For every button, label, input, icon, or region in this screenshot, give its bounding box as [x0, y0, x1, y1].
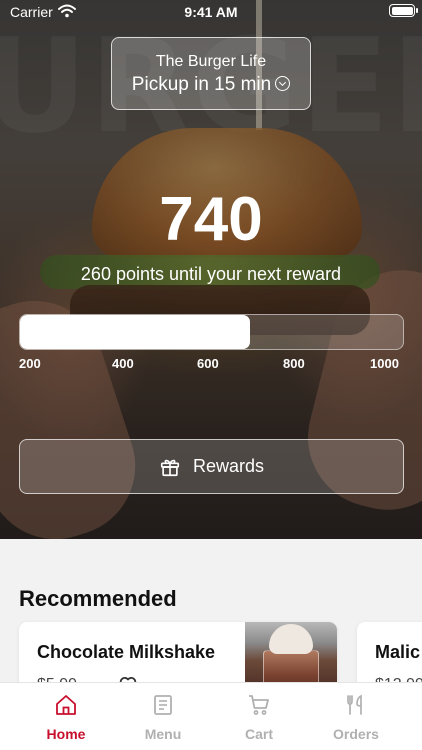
progress-tick: 800	[283, 356, 305, 371]
tab-menu[interactable]: Menu	[115, 683, 211, 750]
section-title-recommended: Recommended	[19, 586, 177, 611]
rewards-label: Rewards	[192, 456, 265, 476]
pickup-time: Pickup in 15 min	[112, 74, 310, 96]
menu-icon	[154, 695, 172, 715]
orders-icon	[347, 694, 362, 715]
tab-label: Menu	[144, 726, 182, 742]
tab-label: Orders	[333, 726, 379, 742]
chevron-down-circle-icon	[275, 76, 291, 91]
item-name: Malic	[375, 642, 421, 662]
progress-tick: 600	[197, 356, 219, 371]
tab-cart[interactable]: Cart	[211, 683, 307, 750]
tab-label: Cart	[244, 726, 273, 742]
progress-tick: 400	[112, 356, 134, 371]
gift-icon	[160, 459, 180, 476]
hero-banner: URGER Carrier 9:41 AM The Burger Life Pi…	[0, 0, 422, 539]
rewards-button[interactable]: Rewards	[19, 439, 404, 494]
battery-icon	[389, 4, 418, 17]
tab-home[interactable]: Home	[18, 683, 114, 750]
tab-bar: Home Menu Cart Orders	[0, 682, 422, 750]
progress-tick: 200	[19, 356, 41, 371]
points-progress-bar	[19, 314, 404, 350]
status-bar: Carrier 9:41 AM	[0, 0, 422, 26]
points-progress-fill	[20, 315, 250, 349]
pickup-time-label: Pickup in 15 min	[131, 74, 272, 95]
cart-icon	[249, 695, 269, 715]
tab-orders[interactable]: Orders	[308, 683, 404, 750]
store-selector-button[interactable]: The Burger Life Pickup in 15 min	[111, 37, 311, 110]
home-icon	[56, 695, 76, 715]
store-name: The Burger Life	[155, 53, 267, 70]
milkshake-cream	[269, 624, 313, 654]
points-balance: 740	[159, 185, 263, 254]
tab-label: Home	[46, 726, 86, 742]
points-subtitle: 260 points until your next reward	[80, 264, 342, 284]
progress-tick: 1000	[370, 356, 399, 371]
clock: 9:41 AM	[184, 4, 238, 20]
item-name: Chocolate Milkshake	[37, 642, 216, 662]
